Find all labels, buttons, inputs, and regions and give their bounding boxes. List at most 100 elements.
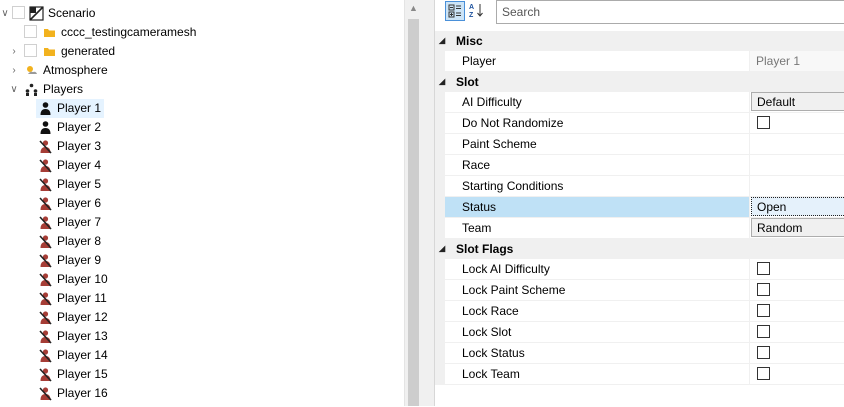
scenario-icon: [29, 6, 44, 21]
folder-icon: [42, 44, 57, 59]
tree-node-player[interactable]: Player 7: [36, 213, 104, 232]
scenario-checkbox[interactable]: [12, 6, 25, 19]
tree-node-player[interactable]: Player 2: [36, 118, 104, 137]
property-name: Status: [445, 197, 749, 218]
lock-team-checkbox[interactable]: [757, 367, 770, 380]
svg-text:A: A: [469, 4, 474, 11]
category-misc[interactable]: ◢ Misc: [435, 31, 844, 51]
property-name: Lock Paint Scheme: [445, 280, 749, 301]
tree-node-player[interactable]: Player 6: [36, 194, 104, 213]
scrollbar-thumb[interactable]: [408, 19, 419, 406]
property-value-player: Player 1: [749, 51, 844, 72]
property-grid: AZ ◢ Misc Player Player 1 ◢ Slot AI Diff…: [435, 0, 844, 406]
tree-node-scenario[interactable]: ∨ Scenario: [0, 4, 404, 23]
tree-node-label: Player 2: [57, 120, 102, 134]
pane-splitter[interactable]: [422, 0, 435, 406]
property-row-do-not-randomize[interactable]: Do Not Randomize: [435, 113, 844, 134]
crossed-player-icon: [38, 196, 53, 211]
property-name: Race: [445, 155, 749, 176]
property-row-lock-slot[interactable]: Lock Slot: [435, 322, 844, 343]
tree-node-player[interactable]: Player 9: [36, 251, 104, 270]
tree-node-player[interactable]: Player 15: [36, 365, 108, 384]
tree-node-player[interactable]: Player 8: [36, 232, 104, 251]
property-row-lock-race[interactable]: Lock Race: [435, 301, 844, 322]
property-value-starting-conditions[interactable]: [749, 176, 844, 197]
tree-node-player[interactable]: Player 1: [36, 99, 104, 118]
tree-node-player[interactable]: Player 5: [36, 175, 104, 194]
folder-checkbox[interactable]: [24, 25, 37, 38]
status-dropdown[interactable]: Open: [751, 197, 844, 216]
tree-node-player[interactable]: Player 4: [36, 156, 104, 175]
tree-node-label: Player 14: [57, 348, 108, 362]
collapse-triangle-icon[interactable]: ◢: [439, 239, 445, 259]
property-name: Lock Slot: [445, 322, 749, 343]
property-search-input[interactable]: [496, 0, 844, 24]
property-row-starting-conditions[interactable]: Starting Conditions: [435, 176, 844, 197]
expand-arrow-icon[interactable]: ›: [9, 42, 19, 61]
property-name: Lock AI Difficulty: [445, 259, 749, 280]
scenario-tree[interactable]: ∨ Scenario cccc_testingcameramesh › gene…: [0, 0, 422, 406]
property-row-lock-status[interactable]: Lock Status: [435, 343, 844, 364]
property-row-team[interactable]: Team Random: [435, 218, 844, 239]
property-value-race[interactable]: [749, 155, 844, 176]
category-slot-flags[interactable]: ◢ Slot Flags: [435, 239, 844, 259]
collapse-triangle-icon[interactable]: ◢: [439, 31, 445, 51]
property-value-cell: [749, 259, 844, 280]
tree-node-folder[interactable]: › generated: [0, 42, 404, 61]
sort-az-icon[interactable]: AZ: [467, 1, 487, 21]
property-value-cell: Random: [749, 218, 844, 239]
property-row-ai-difficulty[interactable]: AI Difficulty Default: [435, 92, 844, 113]
tree-node-label: Player 13: [57, 329, 108, 343]
lock-paint-scheme-checkbox[interactable]: [757, 283, 770, 296]
crossed-player-icon: [38, 253, 53, 268]
ai-difficulty-dropdown[interactable]: Default: [751, 92, 844, 111]
property-row-paint-scheme[interactable]: Paint Scheme: [435, 134, 844, 155]
property-value-cell: [749, 364, 844, 385]
property-row-race[interactable]: Race: [435, 155, 844, 176]
tree-node-player[interactable]: Player 10: [36, 270, 108, 289]
property-value-cell: [749, 113, 844, 134]
crossed-player-icon: [38, 367, 53, 382]
team-dropdown[interactable]: Random: [751, 218, 844, 237]
tree-node-player[interactable]: Player 11: [36, 289, 107, 308]
crossed-player-icon: [38, 386, 53, 401]
lock-slot-checkbox[interactable]: [757, 325, 770, 338]
crossed-player-icon: [38, 234, 53, 249]
expand-arrow-icon[interactable]: ›: [9, 61, 19, 80]
do-not-randomize-checkbox[interactable]: [757, 116, 770, 129]
tree-node-player[interactable]: Player 12: [36, 308, 108, 327]
collapse-arrow-icon[interactable]: ∨: [0, 4, 10, 23]
property-row-lock-ai-difficulty[interactable]: Lock AI Difficulty: [435, 259, 844, 280]
lock-ai-difficulty-checkbox[interactable]: [757, 262, 770, 275]
tree-node-player[interactable]: Player 14: [36, 346, 108, 365]
tree-node-players[interactable]: ∨ Players: [0, 80, 404, 99]
tree-node-label: Player 9: [57, 253, 102, 267]
property-row-lock-team[interactable]: Lock Team: [435, 364, 844, 385]
folder-checkbox[interactable]: [24, 44, 37, 57]
tree-node-player[interactable]: Player 13: [36, 327, 108, 346]
tree-node-label: Player 5: [57, 177, 102, 191]
tree-node-player[interactable]: Player 16: [36, 384, 108, 403]
crossed-player-icon: [38, 310, 53, 325]
crossed-player-icon: [38, 158, 53, 173]
property-row-lock-paint-scheme[interactable]: Lock Paint Scheme: [435, 280, 844, 301]
property-row-player[interactable]: Player Player 1: [435, 51, 844, 72]
category-slot[interactable]: ◢ Slot: [435, 72, 844, 92]
tree-node-player[interactable]: Player 3: [36, 137, 104, 156]
tree-node-label: Scenario: [48, 6, 96, 20]
categorized-view-icon[interactable]: [445, 1, 465, 21]
scroll-up-arrow-icon[interactable]: ▲: [405, 0, 422, 17]
property-name: Lock Race: [445, 301, 749, 322]
collapse-triangle-icon[interactable]: ◢: [439, 72, 445, 92]
property-value-paint-scheme[interactable]: [749, 134, 844, 155]
lock-race-checkbox[interactable]: [757, 304, 770, 317]
tree-vertical-scrollbar[interactable]: ▲: [404, 0, 422, 406]
property-row-status[interactable]: Status Open: [435, 197, 844, 218]
category-label: Slot: [456, 75, 479, 89]
collapse-arrow-icon[interactable]: ∨: [9, 80, 19, 99]
tree-node-folder[interactable]: cccc_testingcameramesh: [0, 23, 404, 42]
svg-text:Z: Z: [469, 12, 474, 19]
lock-status-checkbox[interactable]: [757, 346, 770, 359]
tree-node-label: Player 16: [57, 386, 108, 400]
tree-node-atmosphere[interactable]: › Atmosphere: [0, 61, 404, 80]
